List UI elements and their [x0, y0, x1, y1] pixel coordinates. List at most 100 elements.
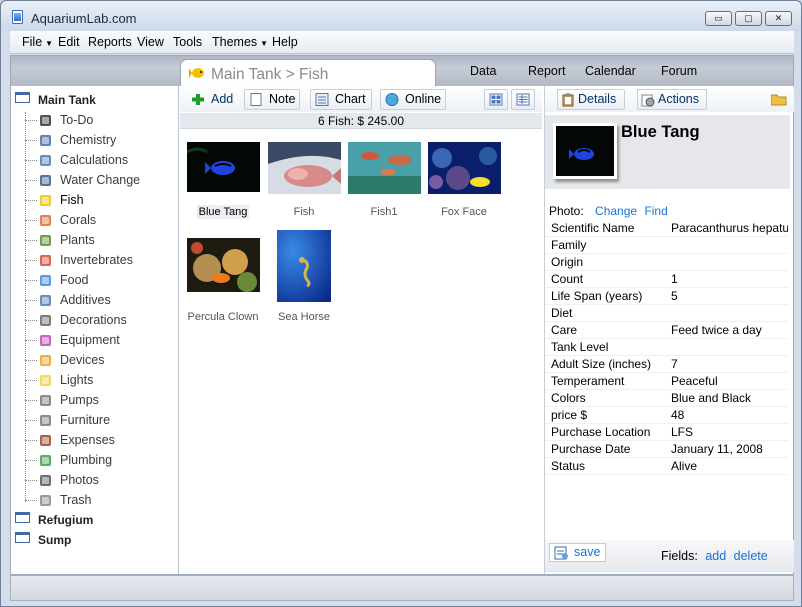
close-button[interactable]: ✕	[765, 11, 792, 26]
sidebar-tree: Main Tank To-Do Chemistry Calculations Wate…	[11, 86, 179, 574]
field-value[interactable]: 1	[671, 271, 788, 288]
field-row[interactable]: Purchase Date January 11, 2008	[545, 441, 788, 458]
field-row[interactable]: Purchase Location LFS	[545, 424, 788, 441]
field-row[interactable]: Colors Blue and Black	[545, 390, 788, 407]
chemistry-icon	[40, 135, 51, 146]
field-value[interactable]: 7	[671, 356, 788, 373]
minimize-button[interactable]: ▭	[705, 11, 732, 26]
find-photo-link[interactable]: Find	[644, 204, 667, 218]
field-value[interactable]: Paracanthurus hepatus	[671, 220, 788, 237]
field-row[interactable]: price $ 48	[545, 407, 788, 424]
tree-connector	[25, 240, 37, 241]
sidebar-item-devices[interactable]: Devices	[25, 351, 175, 369]
sidebar-item-plumbing[interactable]: Plumbing	[25, 451, 175, 469]
field-row[interactable]: Scientific Name Paracanthurus hepatus	[545, 220, 788, 237]
sidebar-item-water-change[interactable]: Water Change	[25, 171, 175, 189]
sidebar-item-label: Decorations	[60, 313, 127, 327]
sidebar-item-lights[interactable]: Lights	[25, 371, 175, 389]
photo-blue-tang	[187, 142, 260, 192]
field-key: price $	[551, 408, 588, 422]
menu-help[interactable]: Help	[272, 35, 298, 49]
save-button[interactable]: save	[549, 543, 606, 562]
sidebar-item-label: Fish	[60, 193, 84, 207]
menu-file[interactable]: File ▼	[22, 35, 53, 49]
tree-connector	[25, 480, 37, 481]
calculations-icon	[40, 155, 51, 166]
delete-field-link[interactable]: delete	[734, 549, 768, 563]
field-row[interactable]: Origin	[545, 254, 788, 271]
add-button[interactable]: Add	[186, 89, 240, 110]
field-row[interactable]: Adult Size (inches) 7	[545, 356, 788, 373]
note-button[interactable]: Note	[244, 89, 300, 110]
sidebar-item-expenses[interactable]: Expenses	[25, 431, 175, 449]
folder-icon[interactable]	[771, 93, 787, 106]
sidebar-item-to-do[interactable]: To-Do	[25, 111, 175, 129]
thumbnail-view-button[interactable]	[484, 89, 508, 110]
food-icon	[40, 275, 51, 286]
field-row[interactable]: Count 1	[545, 271, 788, 288]
sidebar-item-trash[interactable]: Trash	[25, 491, 175, 509]
trash-icon	[40, 495, 51, 506]
details-footer: save Fields: add delete	[545, 540, 794, 572]
field-row[interactable]: Care Feed twice a day	[545, 322, 788, 339]
sidebar-item-calculations[interactable]: Calculations	[25, 151, 175, 169]
sidebar-item-invertebrates[interactable]: Invertebrates	[25, 251, 175, 269]
photo-line: Photo: Change Find	[549, 204, 668, 218]
field-value[interactable]: LFS	[671, 424, 788, 441]
field-value[interactable]: Feed twice a day	[671, 322, 788, 339]
field-value[interactable]: Peaceful	[671, 373, 788, 390]
actions-button[interactable]: Actions	[637, 89, 707, 110]
tab-report[interactable]: Report	[528, 64, 566, 78]
field-row[interactable]: Status Alive	[545, 458, 788, 475]
tab-main-tank-fish[interactable]: Main Tank > Fish	[180, 59, 436, 88]
details-button[interactable]: Details	[557, 89, 625, 110]
add-field-link[interactable]: add	[705, 549, 726, 563]
furniture-icon	[40, 415, 51, 426]
list-view-button[interactable]	[511, 89, 535, 110]
change-photo-link[interactable]: Change	[595, 204, 637, 218]
field-row[interactable]: Tank Level	[545, 339, 788, 356]
sidebar-item-chemistry[interactable]: Chemistry	[25, 131, 175, 149]
window-title: AquariumLab.com	[31, 11, 137, 26]
field-row[interactable]: Family	[545, 237, 788, 254]
sidebar-item-label: Chemistry	[60, 133, 117, 147]
tree-connector	[25, 320, 37, 321]
online-button[interactable]: Online	[380, 89, 446, 110]
sidebar-item-food[interactable]: Food	[25, 271, 175, 289]
menu-edit[interactable]: Edit	[58, 35, 80, 49]
tree-connector	[25, 220, 37, 221]
field-value[interactable]: 5	[671, 288, 788, 305]
field-value[interactable]: January 11, 2008	[671, 441, 788, 458]
sidebar-item-plants[interactable]: Plants	[25, 231, 175, 249]
tab-calendar[interactable]: Calendar	[585, 64, 636, 78]
field-value[interactable]: Alive	[671, 458, 788, 475]
chart-button[interactable]: Chart	[310, 89, 372, 110]
field-row[interactable]: Diet	[545, 305, 788, 322]
maximize-button[interactable]: ▢	[735, 11, 762, 26]
sidebar-item-corals[interactable]: Corals	[25, 211, 175, 229]
sidebar-item-fish[interactable]: Fish	[25, 191, 175, 209]
tab-forum[interactable]: Forum	[661, 64, 697, 78]
field-value[interactable]: 48	[671, 407, 788, 424]
menu-tools[interactable]: Tools	[173, 35, 202, 49]
field-value[interactable]: Blue and Black	[671, 390, 788, 407]
field-row[interactable]: Life Span (years) 5	[545, 288, 788, 305]
sidebar-item-photos[interactable]: Photos	[25, 471, 175, 489]
sidebar-item-equipment[interactable]: Equipment	[25, 331, 175, 349]
menu-reports[interactable]: Reports	[88, 35, 132, 49]
sidebar-item-additives[interactable]: Additives	[25, 291, 175, 309]
sidebar-item-label: Food	[60, 273, 89, 287]
sidebar-item-furniture[interactable]: Furniture	[25, 411, 175, 429]
tab-data[interactable]: Data	[470, 64, 496, 78]
field-key: Life Span (years)	[551, 289, 643, 303]
fish-photo[interactable]	[553, 123, 617, 179]
field-key: Scientific Name	[551, 221, 635, 235]
menu-view[interactable]: View	[137, 35, 164, 49]
menu-themes[interactable]: Themes ▼	[212, 35, 268, 49]
sidebar-item-decorations[interactable]: Decorations	[25, 311, 175, 329]
field-key: Tank Level	[551, 340, 609, 354]
sidebar-item-pumps[interactable]: Pumps	[25, 391, 175, 409]
tab-strip: Main Tank > Fish Data Report Calendar Fo…	[11, 56, 793, 88]
field-row[interactable]: Temperament Peaceful	[545, 373, 788, 390]
field-key: Adult Size (inches)	[551, 357, 652, 371]
